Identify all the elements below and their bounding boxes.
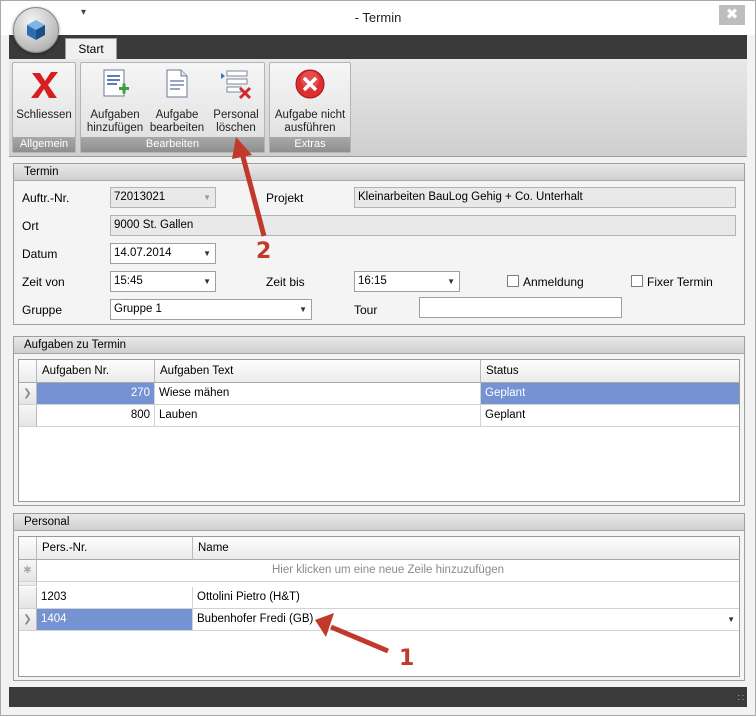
annotation-marker-2: 2 (256, 239, 272, 264)
termin-window: ▾ - Termin ✖ Start Schliessen Allgemein (0, 0, 756, 716)
annotation-marker-1: 1 (399, 646, 415, 671)
app-cube-icon (27, 20, 45, 40)
application-menu-button[interactable] (13, 7, 59, 53)
annotation-arrows (232, 137, 389, 654)
arrow-to-personal-loeschen (232, 137, 267, 237)
arrow-to-name-cell (315, 613, 389, 654)
